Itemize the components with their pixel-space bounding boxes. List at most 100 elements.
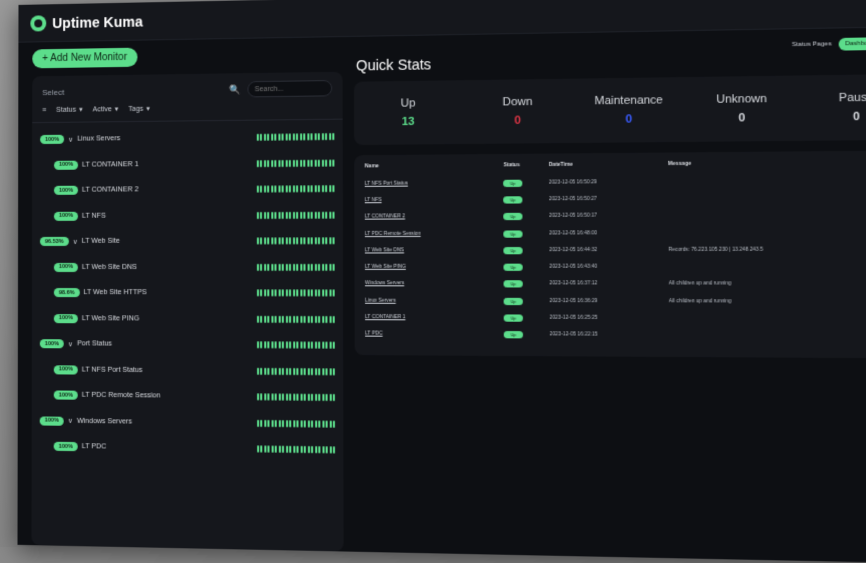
heartbeat-bar — [256, 237, 335, 245]
monitor-row[interactable]: 100% LT PDC Remote Session — [40, 382, 335, 411]
heartbeat-tick — [281, 133, 284, 141]
heartbeat-tick — [314, 341, 317, 349]
heartbeat-tick — [332, 446, 336, 454]
monitor-group-row[interactable]: 100% ∨ Windows Servers — [39, 408, 335, 437]
event-monitor-link[interactable]: LT CONTAINER 2 — [365, 208, 504, 225]
heartbeat-tick — [274, 263, 277, 271]
heartbeat-tick — [317, 237, 321, 245]
dashboard-button[interactable]: Dashboard — [838, 37, 866, 51]
heartbeat-tick — [267, 341, 270, 349]
monitor-name: LT Web Site DNS — [82, 263, 137, 271]
heartbeat-tick — [289, 446, 292, 454]
heartbeat-tick — [292, 419, 295, 428]
event-monitor-link[interactable]: LT CONTAINER 1 — [365, 309, 504, 326]
heartbeat-tick — [281, 419, 284, 428]
event-datetime: 2023-12-05 16:36:29 — [549, 298, 598, 304]
monitor-row[interactable]: 100% LT CONTAINER 1 — [40, 150, 335, 178]
heartbeat-tick — [325, 315, 328, 323]
chevron-down-icon[interactable]: ∨ — [68, 417, 73, 425]
heartbeat-tick — [281, 367, 284, 375]
search-box: 🔍 — [230, 80, 333, 98]
monitor-row-left: 100% LT NFS — [53, 211, 106, 221]
heartbeat-tick — [270, 159, 273, 167]
heartbeat-tick — [278, 289, 281, 297]
heartbeat-bar — [256, 341, 335, 350]
heartbeat-bar — [256, 263, 335, 271]
active-filter-dropdown[interactable]: Active ▾ — [93, 105, 119, 113]
heartbeat-tick — [310, 315, 313, 323]
heartbeat-tick — [328, 159, 331, 167]
heartbeat-tick — [274, 419, 277, 427]
heartbeat-tick — [267, 211, 270, 219]
search-input[interactable] — [247, 80, 333, 98]
monitor-row[interactable]: 100% LT NFS — [40, 202, 335, 229]
heartbeat-tick — [259, 185, 262, 193]
monitor-row[interactable]: 100% LT Web Site PING — [40, 306, 335, 333]
active-filter-label: Active — [92, 105, 112, 113]
heartbeat-tick — [328, 237, 331, 245]
heartbeat-tick — [310, 367, 313, 376]
event-monitor-link[interactable]: Linux Servers — [365, 293, 504, 310]
tags-filter-dropdown[interactable]: Tags ▾ — [128, 105, 150, 113]
heartbeat-tick — [314, 394, 317, 402]
heartbeat-tick — [296, 289, 299, 297]
add-new-monitor-button[interactable]: + Add New Monitor — [32, 47, 138, 69]
event-monitor-link[interactable]: LT PDC Remote Session — [365, 225, 504, 242]
event-monitor-link[interactable]: LT NFS — [365, 191, 504, 209]
chevron-down-icon[interactable]: ∨ — [68, 340, 73, 348]
heartbeat-tick — [285, 263, 288, 271]
monitor-group-row[interactable]: 96.53% ∨ LT Web Site — [39, 228, 335, 255]
heartbeat-tick — [329, 341, 332, 350]
heartbeat-tick — [321, 289, 324, 297]
event-datetime: 2023-12-05 16:50:17 — [549, 213, 598, 220]
event-monitor-link[interactable]: LT Web Site PING — [365, 259, 504, 276]
monitor-name: Port Status — [77, 340, 112, 348]
status-filter-dropdown[interactable]: Status ▾ — [56, 106, 82, 114]
status-pages-link[interactable]: Status Pages — [792, 41, 832, 48]
heartbeat-tick — [303, 315, 306, 323]
event-monitor-link[interactable]: LT Web Site DNS — [365, 242, 504, 259]
heartbeat-tick — [281, 159, 284, 167]
heartbeat-tick — [259, 263, 263, 271]
event-monitor-link[interactable]: Windows Servers — [365, 276, 504, 293]
heartbeat-tick — [321, 133, 324, 141]
event-monitor-link[interactable]: LT PDC — [365, 326, 504, 343]
stat-down: Down 0 — [463, 95, 573, 127]
heartbeat-tick — [285, 367, 288, 375]
monitor-group-row[interactable]: 100% ∨ Linux Servers — [40, 124, 335, 153]
stat-value: 0 — [514, 114, 521, 127]
heartbeat-tick — [267, 445, 270, 453]
heartbeat-tick — [267, 185, 270, 193]
heartbeat-tick — [267, 393, 270, 401]
uptime-badge: 96.53% — [39, 237, 69, 247]
uptime-kuma-logo-icon — [30, 14, 47, 32]
monitor-row[interactable]: 100% LT CONTAINER 2 — [40, 176, 335, 204]
heartbeat-tick — [256, 237, 259, 245]
monitor-row[interactable]: 100% LT Web Site DNS — [40, 254, 335, 280]
chevron-down-icon[interactable]: ∨ — [73, 238, 78, 246]
event-datetime: 2023-12-05 16:48:00 — [549, 230, 598, 237]
monitor-list: 100% ∨ Linux Servers 100% LT CONTAINER 1 100%… — [32, 120, 344, 468]
event-status-cell: Up — [503, 174, 549, 191]
heartbeat-tick — [285, 315, 288, 323]
heartbeat-tick — [277, 185, 281, 193]
heartbeat-tick — [281, 341, 284, 349]
heartbeat-bar — [256, 185, 335, 193]
monitor-group-row[interactable]: 100% ∨ Port Status — [39, 331, 335, 358]
monitor-row[interactable]: 100% LT NFS Port Status — [40, 357, 335, 385]
heartbeat-tick — [285, 419, 288, 428]
heartbeat-tick — [285, 393, 288, 401]
chevron-down-icon[interactable]: ∨ — [68, 135, 73, 143]
heartbeat-tick — [281, 445, 285, 454]
event-message — [668, 172, 866, 191]
select-checkbox-label[interactable]: Select — [42, 87, 64, 96]
monitor-name: LT PDC — [81, 443, 107, 451]
monitor-row[interactable]: 100% LT PDC — [40, 434, 336, 464]
heartbeat-tick — [299, 133, 302, 141]
monitor-row[interactable]: 98.6% LT Web Site HTTPS — [40, 280, 335, 306]
monitor-name: Windows Servers — [76, 417, 132, 426]
heartbeat-tick — [267, 315, 270, 323]
monitor-row-left: 100% LT PDC — [53, 442, 107, 452]
heartbeat-tick — [274, 133, 277, 141]
event-monitor-link[interactable]: LT NFS Port Status — [365, 175, 504, 193]
